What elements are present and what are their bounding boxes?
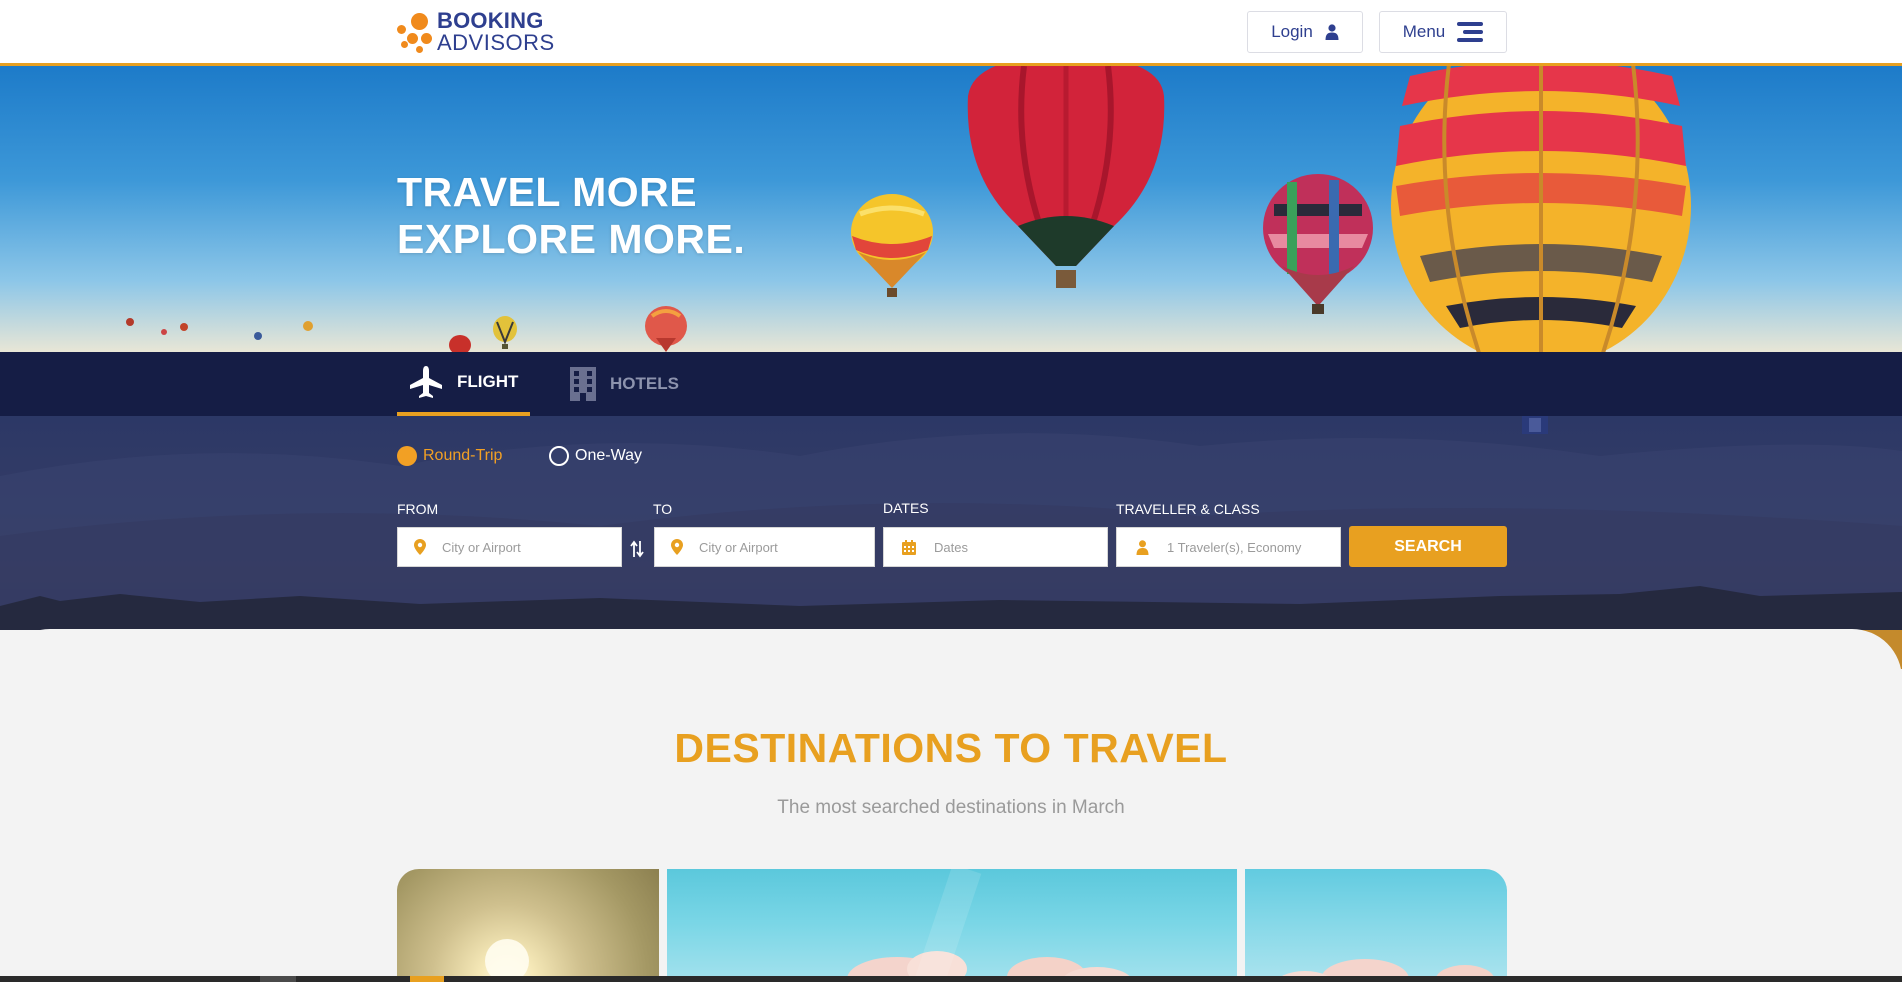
tab-hotels-label: HOTELS	[610, 374, 679, 393]
destinations-title: DESTINATIONS TO TRAVEL	[674, 725, 1228, 771]
bottom-scrollbar[interactable]	[0, 976, 1902, 982]
map-pin-icon	[414, 539, 426, 555]
destination-card[interactable]	[1245, 869, 1507, 982]
tab-hotels[interactable]: HOTELS	[570, 352, 679, 416]
menu-label: Menu	[1402, 22, 1446, 41]
logo-text-top: BOOKING	[437, 8, 544, 33]
tab-flight-label: FLIGHT	[457, 372, 519, 391]
flight-search-panel: Round-Trip One-Way FROM TO DATES TRAVELL…	[0, 416, 1902, 630]
destination-card[interactable]	[667, 869, 1237, 982]
traveller-label: TRAVELLER & CLASS	[1116, 501, 1260, 517]
balloon-image	[126, 318, 313, 340]
destinations-subtitle: The most searched destinations in March	[777, 797, 1125, 818]
to-placeholder: City or Airport	[699, 539, 778, 555]
calendar-icon	[902, 539, 916, 555]
dates-field[interactable]: Dates	[883, 527, 1108, 567]
menu-button[interactable]: Menu	[1379, 11, 1507, 53]
radio-unselected-icon	[549, 446, 569, 466]
hamburger-icon	[1457, 22, 1484, 42]
round-trip-radio[interactable]: Round-Trip	[397, 446, 502, 466]
one-way-radio[interactable]: One-Way	[549, 446, 642, 466]
swap-arrows-icon[interactable]	[630, 540, 644, 560]
user-icon	[1325, 24, 1339, 40]
hero-title-line1: TRAVEL MORE	[397, 169, 698, 215]
balloon-image	[967, 66, 1165, 288]
from-label: FROM	[397, 501, 439, 517]
from-field[interactable]: City or Airport	[397, 527, 622, 567]
radio-selected-icon	[397, 446, 417, 466]
traveller-field[interactable]: 1 Traveler(s), Economy	[1116, 527, 1341, 567]
plane-icon	[410, 366, 442, 398]
logo-dots-icon	[397, 11, 433, 53]
balloon-image	[645, 306, 687, 352]
user-icon	[1136, 539, 1148, 555]
logo-text-bottom: ADVISORS	[437, 30, 555, 55]
search-button[interactable]: SEARCH	[1349, 526, 1507, 567]
dates-label: DATES	[883, 500, 929, 516]
balloon-image	[1522, 416, 1548, 434]
one-way-label: One-Way	[575, 447, 642, 464]
balloon-image	[851, 194, 933, 297]
destination-card[interactable]	[397, 869, 659, 982]
mountain-background	[0, 433, 1902, 630]
login-button[interactable]: Login	[1247, 11, 1363, 53]
balloon-image	[1263, 174, 1373, 314]
from-placeholder: City or Airport	[442, 539, 521, 555]
hero-banner: TRAVEL MORE EXPLORE MORE.	[0, 66, 1902, 352]
balloon-image	[449, 335, 471, 352]
login-label: Login	[1271, 22, 1313, 41]
hero-title: TRAVEL MORE EXPLORE MORE.	[397, 169, 745, 263]
building-icon	[570, 367, 596, 401]
site-header: BOOKING ADVISORS Login Menu	[0, 0, 1902, 66]
tab-flight[interactable]: FLIGHT	[397, 352, 530, 416]
map-pin-icon	[671, 539, 683, 555]
traveller-placeholder: 1 Traveler(s), Economy	[1167, 539, 1302, 555]
balloon-image	[1391, 66, 1691, 352]
to-field[interactable]: City or Airport	[654, 527, 875, 567]
destinations-section: DESTINATIONS TO TRAVEL The most searched…	[0, 629, 1902, 982]
to-label: TO	[653, 501, 673, 517]
logo[interactable]: BOOKING ADVISORS	[397, 10, 555, 54]
booking-tabs: FLIGHT HOTELS	[0, 352, 1902, 416]
hero-title-line2: EXPLORE MORE.	[397, 216, 746, 262]
dates-placeholder: Dates	[934, 539, 968, 555]
round-trip-label: Round-Trip	[423, 447, 503, 464]
balloon-image	[493, 316, 517, 349]
destination-image	[1275, 959, 1495, 982]
destination-image	[485, 939, 586, 982]
destination-image	[847, 869, 1133, 982]
